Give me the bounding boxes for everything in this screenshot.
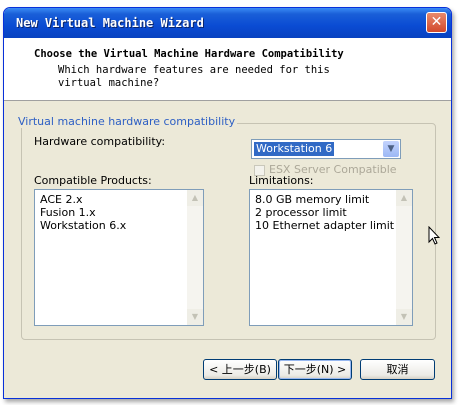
scroll-down-icon[interactable]: ▼ [396, 309, 412, 325]
scroll-up-icon[interactable]: ▲ [187, 190, 203, 206]
back-button[interactable]: < 上一步(B) [203, 359, 277, 380]
dropdown-arrow-icon[interactable]: ▼ [383, 141, 399, 157]
limitations-scrollbar[interactable]: ▲ ▼ [396, 190, 412, 325]
title-bar[interactable]: New Virtual Machine Wizard ✕ [4, 8, 451, 38]
scroll-up-icon[interactable]: ▲ [396, 190, 412, 206]
page-title: Choose the Virtual Machine Hardware Comp… [34, 48, 344, 60]
mouse-cursor-icon [428, 226, 440, 245]
scroll-down-icon[interactable]: ▼ [187, 309, 203, 325]
list-item[interactable]: Fusion 1.x [35, 206, 126, 219]
compatible-products-label: Compatible Products: [34, 174, 152, 187]
list-item[interactable]: 8.0 GB memory limit [250, 193, 394, 206]
limitations-label: Limitations: [249, 174, 314, 187]
list-item[interactable]: 10 Ethernet adapter limit [250, 219, 394, 232]
next-button[interactable]: 下一步(N) > [278, 359, 352, 380]
list-item[interactable]: 2 processor limit [250, 206, 394, 219]
wizard-window: New Virtual Machine Wizard ✕ Choose the … [3, 7, 452, 399]
hardware-compatibility-value: Workstation 6 [252, 141, 336, 157]
limitations-list[interactable]: 8.0 GB memory limit 2 processor limit 10… [249, 189, 413, 326]
group-legend: Virtual machine hardware compatibility [16, 115, 238, 128]
cancel-button[interactable]: 取消 [360, 359, 435, 380]
close-button[interactable]: ✕ [426, 12, 447, 33]
hardware-compatibility-select[interactable]: Workstation 6 ▼ [251, 139, 401, 159]
close-icon: ✕ [430, 14, 443, 30]
page-subtitle: Which hardware features are needed for t… [58, 64, 330, 89]
window-title: New Virtual Machine Wizard [16, 16, 204, 30]
wizard-header: Choose the Virtual Machine Hardware Comp… [4, 38, 451, 101]
list-item[interactable]: ACE 2.x [35, 193, 126, 206]
hardware-compatibility-label: Hardware compatibility: [34, 135, 166, 148]
list-item[interactable]: Workstation 6.x [35, 219, 126, 232]
compatible-products-list[interactable]: ACE 2.x Fusion 1.x Workstation 6.x ▲ ▼ [34, 189, 204, 326]
products-scrollbar[interactable]: ▲ ▼ [187, 190, 203, 325]
